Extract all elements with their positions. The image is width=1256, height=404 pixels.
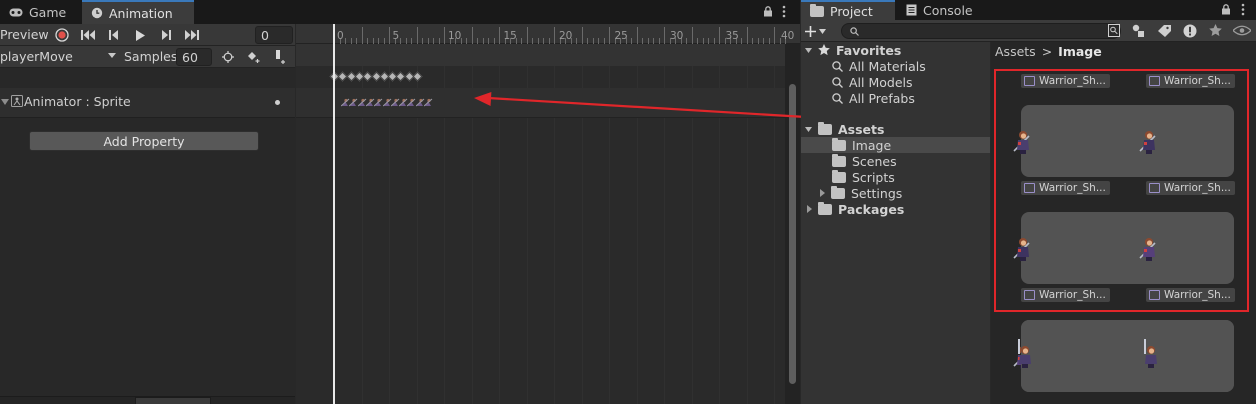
highlight-box (994, 69, 1249, 312)
favorites-title: Favorites (836, 42, 902, 58)
folder-icon (832, 169, 846, 183)
asset-grid-panel: Assets > Image Warrior_Sh... Warrior_Sh..… (991, 42, 1256, 404)
project-lock-icon[interactable] (1221, 4, 1231, 15)
warning-filter-icon[interactable] (1183, 24, 1197, 38)
search-icon (832, 60, 843, 72)
search-icon (850, 27, 859, 36)
folder-item-label: Scenes (852, 153, 897, 169)
visibility-icon[interactable] (1233, 25, 1251, 36)
folder-open-icon (818, 121, 832, 135)
search-icon (832, 76, 843, 88)
selected-row (801, 137, 990, 153)
expand-arrow-icon[interactable] (820, 189, 825, 197)
favorite-item-label: All Materials (849, 58, 926, 74)
asset-card[interactable] (1021, 320, 1234, 392)
favorite-item[interactable]: All Prefabs (832, 90, 915, 106)
star-filled-icon (818, 44, 830, 56)
favorite-item[interactable]: All Models (832, 74, 913, 90)
tab-console[interactable]: Console (897, 0, 985, 20)
favorite-item-label: All Prefabs (849, 90, 915, 106)
favorite-item[interactable]: All Materials (832, 58, 926, 74)
assets-header[interactable]: Assets (805, 121, 884, 137)
folder-item-label: Image (852, 137, 892, 153)
console-icon (906, 4, 917, 16)
search-options-icon[interactable] (1108, 24, 1120, 37)
folder-item-image[interactable]: Image (832, 137, 891, 153)
folder-icon (810, 3, 824, 17)
folder-icon (832, 153, 846, 167)
folder-icon (831, 185, 845, 199)
warrior-sprite-icon[interactable] (1139, 338, 1161, 368)
collapse-arrow-icon (805, 47, 812, 53)
folder-item-label: Settings (851, 185, 903, 201)
packages-title: Packages (838, 201, 905, 217)
warrior-sprite-icon[interactable] (1013, 338, 1035, 368)
type-filter-icon[interactable] (1131, 24, 1146, 37)
search-icon (832, 92, 843, 104)
breadcrumb-root[interactable]: Assets (995, 44, 1036, 59)
folder-icon (832, 137, 846, 151)
tab-console-label: Console (923, 2, 973, 18)
collapse-arrow-icon (805, 126, 812, 132)
project-window: Project Console Favorites All Materials … (801, 0, 1256, 404)
packages-header[interactable]: Packages (807, 201, 904, 217)
create-button[interactable] (805, 22, 835, 40)
project-tab-bar: Project Console (801, 0, 1256, 20)
tab-project[interactable]: Project (801, 0, 895, 20)
assets-title: Assets (838, 121, 885, 137)
folder-item-settings[interactable]: Settings (820, 185, 902, 201)
folder-icon (818, 201, 832, 215)
folder-item-scenes[interactable]: Scenes (832, 153, 897, 169)
favorites-header[interactable]: Favorites (805, 42, 901, 58)
search-input[interactable] (841, 23, 1121, 39)
breadcrumb-current[interactable]: Image (1058, 44, 1102, 59)
project-more-icon[interactable] (1241, 3, 1245, 16)
label-filter-icon[interactable] (1158, 25, 1171, 37)
favorite-item-label: All Models (849, 74, 913, 90)
project-toolbar (801, 20, 1256, 42)
star-icon[interactable] (1209, 24, 1222, 37)
folder-item-scripts[interactable]: Scripts (832, 169, 895, 185)
plus-icon (805, 25, 816, 37)
folder-item-label: Scripts (852, 169, 895, 185)
breadcrumb-separator: > (1041, 44, 1053, 59)
dropdown-icon (819, 28, 826, 34)
tab-project-label: Project (830, 3, 873, 19)
folder-tree: Favorites All Materials All Models All P… (801, 42, 990, 404)
expand-arrow-icon[interactable] (807, 205, 812, 213)
breadcrumb: Assets > Image (995, 44, 1102, 59)
